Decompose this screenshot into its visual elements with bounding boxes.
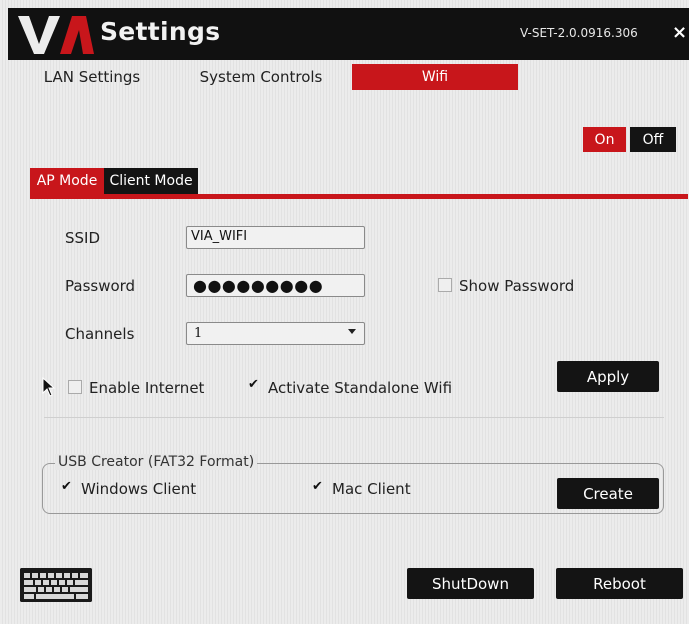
tab-wifi[interactable]: Wifi [352, 64, 518, 90]
mac-client-label: Mac Client [332, 480, 411, 498]
usb-creator-legend: USB Creator (FAT32 Format) [55, 454, 258, 470]
channels-value: 1 [194, 326, 203, 341]
via-logo [18, 16, 94, 54]
standalone-wifi-label: Activate Standalone Wifi [268, 379, 453, 397]
enable-internet-checkbox[interactable] [68, 380, 82, 394]
show-password-label: Show Password [459, 277, 575, 295]
wifi-on-button[interactable]: On [583, 127, 626, 152]
checkmark-icon: ✔ [61, 479, 72, 494]
show-password-checkbox[interactable] [438, 278, 452, 292]
ssid-input[interactable]: VIA_WIFI [186, 226, 365, 249]
windows-client-label: Windows Client [81, 480, 197, 498]
checkmark-icon: ✔ [312, 479, 323, 494]
channels-select[interactable]: 1 [186, 322, 365, 345]
tab-lan-settings[interactable]: LAN Settings [30, 64, 154, 90]
windows-client-checkbox[interactable]: ✔ [60, 479, 74, 496]
version-label: V-SET-2.0.0916.306 [520, 26, 638, 40]
window-title: Settings [100, 17, 221, 46]
subtab-ap-mode[interactable]: AP Mode [30, 168, 104, 194]
wifi-off-button[interactable]: Off [630, 127, 676, 152]
settings-window: Settings V-SET-2.0.0916.306 × LAN Settin… [0, 0, 689, 624]
channels-label: Channels [65, 325, 135, 343]
password-input[interactable]: ●●●●●●●●● [186, 274, 365, 297]
keyboard-icon[interactable] [20, 568, 92, 602]
mac-client-checkbox[interactable]: ✔ [311, 479, 325, 496]
subtab-underline [30, 194, 688, 199]
divider [44, 417, 664, 418]
password-mask: ●●●●●●●●● [193, 276, 324, 295]
tab-system-controls[interactable]: System Controls [186, 64, 336, 90]
chevron-down-icon [348, 329, 356, 334]
subtab-client-mode[interactable]: Client Mode [104, 168, 198, 194]
ssid-label: SSID [65, 229, 101, 247]
enable-internet-label: Enable Internet [89, 379, 205, 397]
password-label: Password [65, 277, 136, 295]
apply-button[interactable]: Apply [557, 361, 659, 392]
checkmark-icon: ✔ [248, 377, 259, 392]
standalone-wifi-checkbox[interactable]: ✔ [247, 377, 261, 394]
title-bar: Settings V-SET-2.0.0916.306 × [8, 8, 689, 60]
close-icon[interactable]: × [672, 22, 687, 43]
shutdown-button[interactable]: ShutDown [407, 568, 534, 599]
mouse-cursor-icon [42, 377, 56, 397]
reboot-button[interactable]: Reboot [556, 568, 683, 599]
create-button[interactable]: Create [557, 478, 659, 509]
